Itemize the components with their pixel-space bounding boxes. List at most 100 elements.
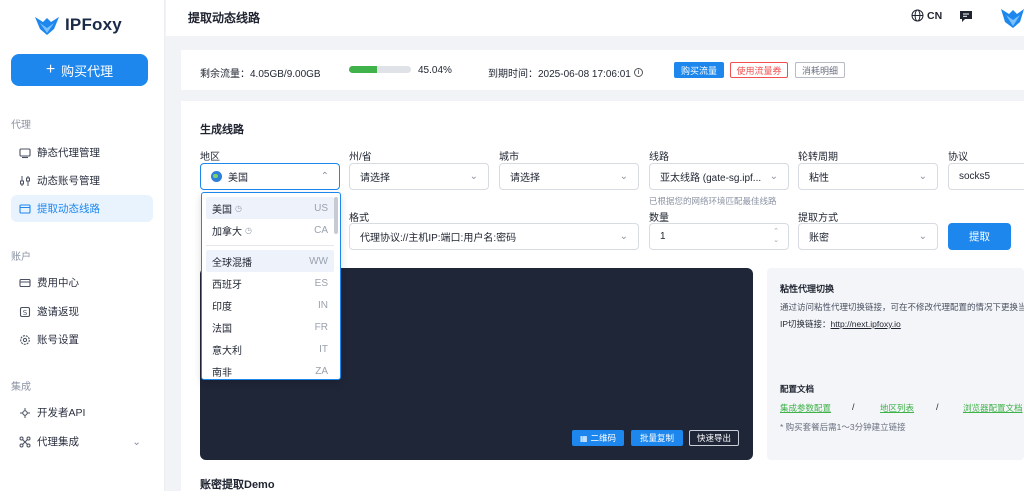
rotation-label: 轮转周期 [798, 152, 838, 163]
window-icon [19, 203, 31, 214]
option-name: 意大利 [212, 345, 242, 357]
option-code: ES [314, 277, 328, 289]
coin-icon: S [19, 306, 31, 317]
region-select[interactable]: 美国 ⌃ [200, 163, 340, 190]
region-label: 地区 [200, 152, 220, 163]
top-header [166, 0, 1024, 36]
region-value: 美国 [228, 173, 248, 184]
consumption-detail-button[interactable]: 消耗明细 [795, 62, 845, 78]
doc-link-browser[interactable]: 浏览器配置文档 [963, 402, 1023, 414]
message-icon[interactable] [959, 10, 973, 23]
chevron-down-icon: ⌄ [619, 231, 628, 242]
sidebar-item-billing[interactable]: 费用中心 [11, 269, 153, 296]
language-switch[interactable]: CN [911, 9, 942, 22]
option-name: 全球混播 [212, 257, 252, 269]
region-dropdown[interactable]: 美国 ◷ US 加拿大 ◷ CA 全球混播 WW 西班牙 ES 印度 IN 法国 F… [201, 192, 341, 380]
dropdown-option[interactable]: 南非 ZA [206, 360, 334, 379]
avatar[interactable] [1001, 6, 1024, 28]
chevron-down-icon: ⌄ [469, 171, 478, 182]
qr-code-label: 二维码 [590, 433, 617, 443]
dropdown-option[interactable]: 印度 IN [206, 294, 334, 316]
doc-link-params[interactable]: 集成参数配置 [780, 402, 831, 414]
sidebar-item-dynamic-account[interactable]: 动态账号管理 [11, 167, 153, 194]
option-name: 南非 [212, 367, 232, 379]
option-code: CA [314, 224, 328, 236]
city-select[interactable]: 请选择 ⌄ [499, 163, 639, 190]
sticky-switch-desc: 通过访问粘性代理切换链接，可在不修改代理配置的情况下更换当前 [780, 302, 1024, 312]
dropdown-option[interactable]: 美国 ◷ US [206, 197, 334, 219]
option-code: IT [319, 343, 328, 355]
route-hint: 已根据您的网络环境匹配最佳线路 [649, 196, 777, 206]
method-value: 账密 [809, 233, 829, 244]
doc-link-regions[interactable]: 地区列表 [880, 402, 914, 414]
demo-title: 账密提取Demo [200, 479, 275, 491]
sticky-switch-title: 粘性代理切换 [780, 284, 835, 294]
quick-export-button[interactable]: 快速导出 [689, 430, 739, 446]
buy-traffic-button[interactable]: 购买流量 [674, 62, 724, 78]
state-select[interactable]: 请选择 ⌄ [349, 163, 489, 190]
remaining-traffic: 剩余流量：4.05GB/9.00GB [200, 69, 321, 80]
ip-switch-label: IP切换链接： [780, 319, 831, 329]
route-select[interactable]: 亚太线路 (gate-sg.ipf... ⌄ [649, 163, 789, 190]
dropdown-option[interactable]: 加拿大 ◷ CA [206, 219, 334, 241]
state-value: 请选择 [360, 173, 390, 184]
extract-button[interactable]: 提取 [948, 223, 1011, 250]
method-select[interactable]: 账密 ⌄ [798, 223, 938, 250]
sidebar-item-developer-api[interactable]: 开发者API [11, 399, 153, 426]
expiry-time: 到期时间：2025-06-08 17:06:01 i [488, 65, 643, 80]
expiry-label: 到期时间：2025-06-08 17:06:01 [488, 69, 631, 80]
monitor-icon [19, 147, 31, 158]
chevron-down-icon: ⌄ [619, 171, 628, 182]
clock-icon: ◷ [235, 203, 242, 213]
ip-switch-link[interactable]: http://next.ipfoxy.io [831, 319, 901, 329]
option-code: WW [309, 255, 328, 267]
dropdown-divider [206, 245, 334, 246]
protocol-label: 协议 [948, 152, 968, 163]
dropdown-option[interactable]: 意大利 IT [206, 338, 334, 360]
sidebar-item-proxy-integration[interactable]: 代理集成 ⌄ [11, 428, 153, 455]
use-coupon-button[interactable]: 使用流量券 [730, 62, 788, 78]
option-name: 印度 [212, 301, 232, 313]
batch-copy-button[interactable]: 批量复制 [631, 430, 683, 446]
section-label-integration: 集成 [11, 382, 31, 393]
dropdown-option[interactable]: 西班牙 ES [206, 272, 334, 294]
protocol-select[interactable]: socks5 [948, 163, 1024, 190]
dropdown-option[interactable]: 法国 FR [206, 316, 334, 338]
quantity-label: 数量 [649, 213, 669, 224]
option-code: ZA [315, 365, 328, 377]
doc-separator: / [852, 402, 855, 412]
fox-logo-icon [35, 17, 59, 35]
sidebar-item-extract-dynamic[interactable]: 提取动态线路 [11, 195, 153, 222]
dropdown-option[interactable]: 全球混播 WW [206, 250, 334, 272]
api-icon [20, 407, 30, 418]
route-label: 线路 [649, 152, 669, 163]
format-select[interactable]: 代理协议://主机IP:端口:用户名:密码 ⌄ [349, 223, 639, 250]
city-value: 请选择 [510, 173, 540, 184]
option-name: 加拿大 [212, 226, 242, 238]
stepper-arrows-icon[interactable]: ⌃ ⌄ [773, 227, 779, 245]
traffic-progress-bar [349, 66, 411, 73]
option-name: 西班牙 [212, 279, 242, 291]
buy-proxy-label: 购买代理 [61, 63, 114, 79]
city-label: 城市 [499, 152, 519, 163]
sidebar-item-label: 代理集成 [37, 436, 79, 448]
dropdown-scrollbar[interactable] [334, 197, 338, 234]
globe-icon [911, 9, 924, 22]
plus-icon: + [45, 61, 56, 78]
sidebar-item-account-settings[interactable]: 账号设置 [11, 326, 153, 353]
sidebar-item-static-proxy[interactable]: 静态代理管理 [11, 139, 153, 166]
buy-proxy-button[interactable]: + 购买代理 [11, 54, 148, 86]
rotation-value: 粘性 [809, 173, 829, 184]
qr-code-button[interactable]: ▦ 二维码 [572, 430, 624, 446]
gear-icon [20, 334, 30, 345]
sidebar-item-label: 账号设置 [37, 334, 79, 346]
globe-icon [211, 171, 222, 182]
doc-separator: / [936, 402, 939, 412]
rotation-select[interactable]: 粘性 ⌄ [798, 163, 938, 190]
chevron-down-icon: ⌄ [769, 171, 778, 182]
format-value: 代理协议://主机IP:端口:用户名:密码 [360, 233, 517, 244]
sidebar-item-label: 邀请返现 [37, 306, 79, 318]
sidebar-item-referral[interactable]: S 邀请返现 [11, 298, 153, 325]
logo[interactable]: IPFoxy [34, 14, 122, 36]
quantity-stepper[interactable]: 1 ⌃ ⌄ [649, 223, 789, 250]
